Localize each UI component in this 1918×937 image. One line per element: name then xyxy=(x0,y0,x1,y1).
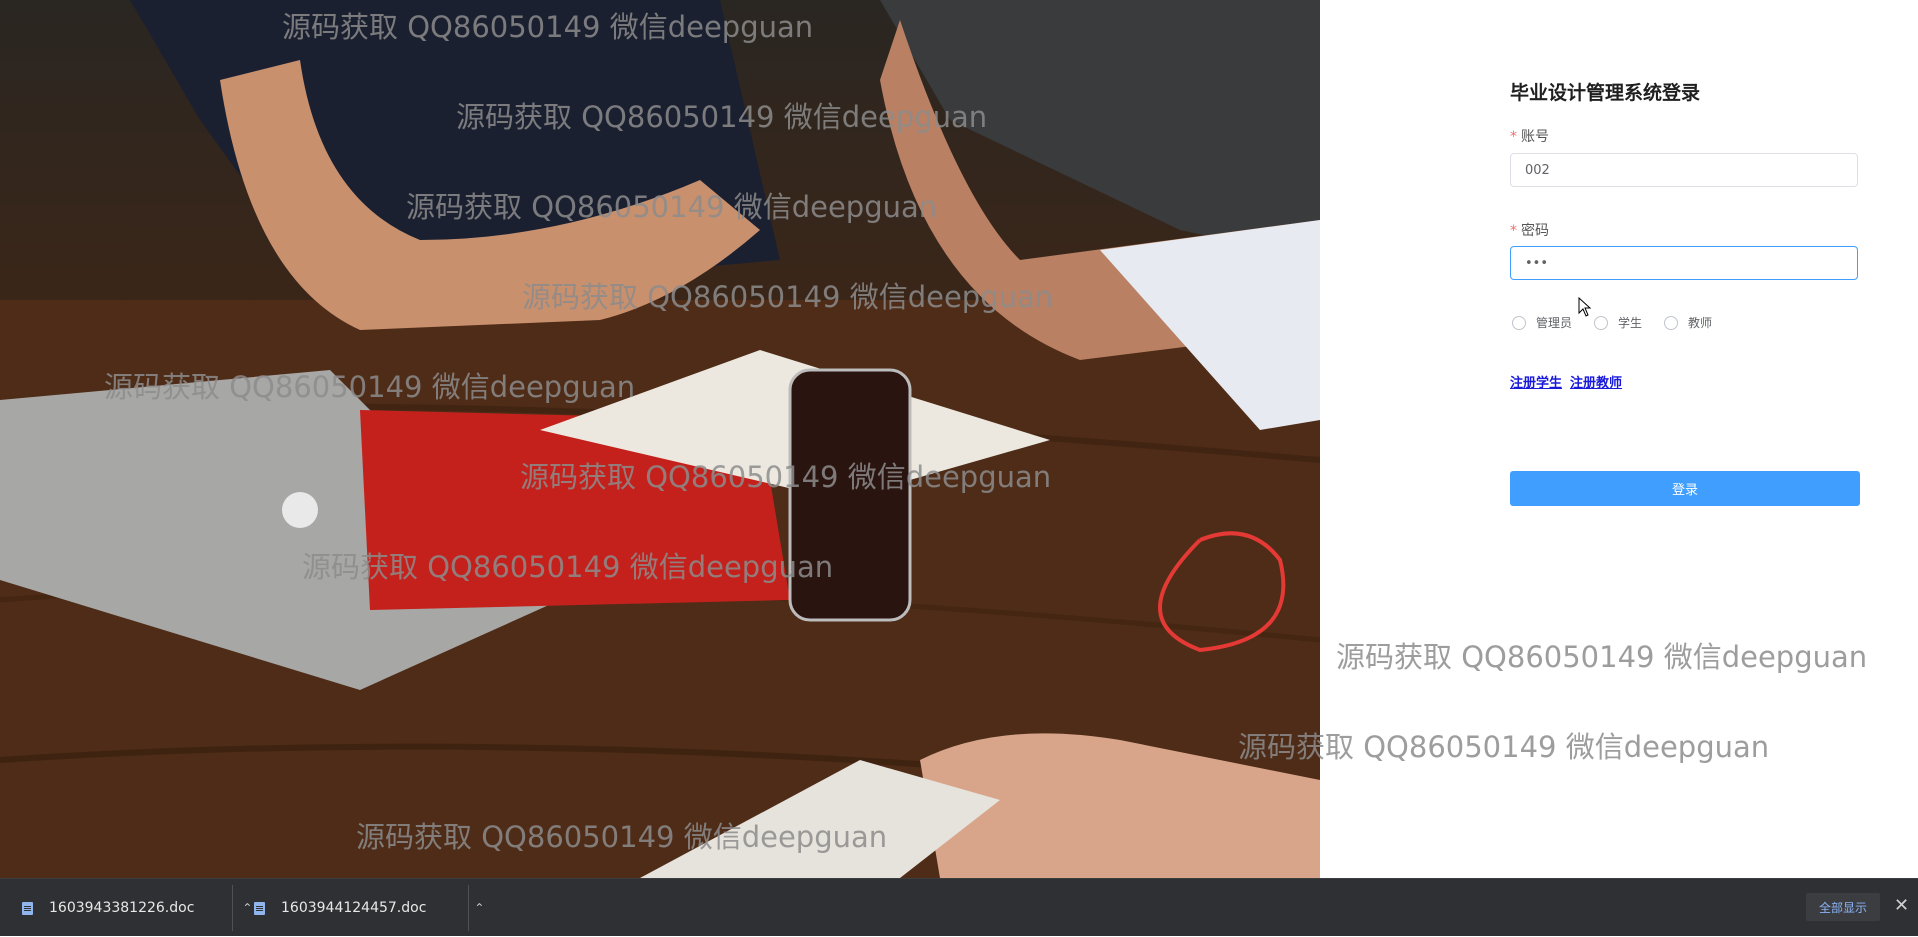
radio-circle-icon xyxy=(1512,315,1526,330)
download-filename: 1603944124457.doc xyxy=(281,900,427,916)
register-teacher-link[interactable]: 注册教师 xyxy=(1570,376,1622,391)
login-button[interactable]: 登录 xyxy=(1510,471,1860,506)
password-label-text: 密码 xyxy=(1521,223,1549,239)
watermark-text: 源码获取 QQ86050149 微信deepguan xyxy=(456,100,988,134)
divider xyxy=(468,885,469,931)
role-radio-group: 管理员 学生 教师 xyxy=(1512,314,1734,331)
login-title: 毕业设计管理系统登录 xyxy=(1510,82,1701,104)
download-item[interactable]: 1603944124457.doc ⌃ xyxy=(254,879,484,937)
watermark-text: 源码获取 QQ86050149 微信deepguan xyxy=(302,550,834,584)
radio-circle-icon xyxy=(1594,315,1609,330)
role-radio-admin[interactable]: 管理员 xyxy=(1512,314,1572,331)
password-label: * 密码 xyxy=(1510,220,1549,240)
watermark-text: 源码获取 QQ86050149 微信deepguan xyxy=(104,370,636,404)
register-links: 注册学生 注册教师 xyxy=(1510,372,1630,391)
role-radio-teacher[interactable]: 教师 xyxy=(1664,314,1712,331)
mouse-cursor-icon xyxy=(1578,297,1592,317)
role-radio-student[interactable]: 学生 xyxy=(1594,314,1642,331)
download-bar: 1603943381226.doc ⌃ 1603944124457.doc ⌃ xyxy=(0,878,1918,936)
watermark-text: 源码获取 QQ86050149 微信deepguan xyxy=(1336,640,1868,674)
show-all-downloads-button[interactable]: 全部显示 xyxy=(1806,893,1880,921)
download-filename: 1603943381226.doc xyxy=(49,900,195,916)
watermark-text: 源码获取 QQ86050149 微信deepguan xyxy=(406,190,938,224)
required-mark: * xyxy=(1510,223,1517,239)
download-item[interactable]: 1603943381226.doc ⌃ xyxy=(22,879,252,937)
radio-circle-icon xyxy=(1664,315,1679,330)
account-label-text: 账号 xyxy=(1521,129,1549,145)
account-input[interactable]: 002 xyxy=(1510,153,1858,187)
password-input[interactable]: ••• xyxy=(1510,246,1858,280)
divider xyxy=(232,885,233,931)
role-label-admin: 管理员 xyxy=(1536,316,1573,330)
watermark-text: 源码获取 QQ86050149 微信deepguan xyxy=(522,280,1054,314)
required-mark: * xyxy=(1510,129,1517,145)
doc-file-icon xyxy=(22,901,33,915)
close-icon[interactable]: ✕ xyxy=(1894,895,1909,916)
register-student-link[interactable]: 注册学生 xyxy=(1510,376,1562,391)
watermark-text: 源码获取 QQ86050149 微信deepguan xyxy=(282,10,814,44)
chevron-up-icon[interactable]: ⌃ xyxy=(474,901,484,915)
role-label-student: 学生 xyxy=(1618,316,1643,330)
watermark-text: 源码获取 QQ86050149 微信deepguan xyxy=(1238,730,1770,764)
account-label: * 账号 xyxy=(1510,126,1549,146)
doc-file-icon xyxy=(254,901,265,915)
watermark-text: 源码获取 QQ86050149 微信deepguan xyxy=(520,460,1052,494)
chevron-up-icon[interactable]: ⌃ xyxy=(242,901,252,915)
role-label-teacher: 教师 xyxy=(1688,316,1713,330)
watermark-text: 源码获取 QQ86050149 微信deepguan xyxy=(356,820,888,854)
